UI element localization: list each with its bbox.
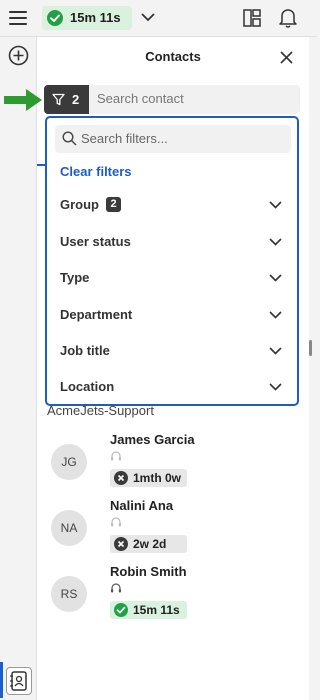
chevron-down-icon (269, 274, 282, 282)
filter-count: 2 (72, 92, 80, 107)
contact-search-box[interactable] (89, 85, 300, 114)
filter-label: Job title (60, 343, 110, 358)
filter-user-status[interactable]: User status (47, 224, 297, 260)
chevron-down-icon (269, 383, 282, 391)
panel-resize-handle[interactable] (309, 340, 312, 356)
avatar: JG (51, 444, 87, 480)
away-icon (114, 537, 128, 551)
chevron-down-icon (269, 238, 282, 246)
contact-name: Robin Smith (110, 564, 187, 579)
filter-search-input[interactable] (81, 131, 281, 146)
headset-icon (111, 583, 121, 593)
filter-job-title[interactable]: Job title (47, 333, 297, 369)
filter-search-box[interactable] (55, 125, 291, 153)
filter-group[interactable]: Group 2 (47, 187, 297, 223)
contact-search-input[interactable] (97, 91, 292, 106)
filter-label: User status (60, 234, 131, 249)
filter-count-badge: 2 (106, 197, 121, 212)
top-bar: 15m 11s (0, 0, 317, 37)
filter-department[interactable]: Department (47, 297, 297, 333)
filter-label: Group (60, 197, 99, 212)
layout-icon[interactable] (243, 9, 261, 27)
tab-underline (37, 120, 45, 166)
add-icon[interactable] (8, 45, 29, 66)
status-duration: 2w 2d (133, 537, 167, 551)
contact-name: James Garcia (110, 432, 195, 447)
filter-type[interactable]: Type (47, 260, 297, 296)
filter-dropdown: Clear filters Group 2 User status Type D… (45, 116, 299, 406)
left-rail (0, 37, 37, 700)
headset-icon (111, 451, 121, 461)
status-badge: 1mth 0w (110, 469, 187, 487)
status-pill[interactable]: 15m 11s (42, 6, 132, 30)
filter-label: Type (60, 270, 90, 285)
green-arrow-icon (4, 89, 42, 111)
contact-row[interactable]: RS Robin Smith 15m 11s (37, 564, 309, 630)
status-timer: 15m 11s (70, 10, 121, 25)
avatar: RS (51, 576, 87, 612)
status-badge: 15m 11s (110, 601, 187, 619)
bell-icon[interactable] (279, 8, 297, 28)
away-icon (114, 471, 128, 485)
avatar: NA (51, 510, 87, 546)
status-badge: 2w 2d (110, 535, 187, 553)
filter-funnel-icon (52, 93, 65, 106)
close-icon[interactable] (280, 51, 293, 64)
available-check-icon (47, 10, 63, 26)
available-check-icon (114, 603, 128, 617)
panel-title: Contacts (145, 49, 201, 64)
filter-label: Department (60, 307, 133, 322)
active-rail-indicator (0, 662, 3, 698)
chevron-down-icon (269, 201, 282, 209)
filter-location[interactable]: Location (47, 369, 297, 405)
status-duration: 1mth 0w (133, 471, 182, 485)
filter-label: Location (60, 379, 115, 394)
chevron-down-icon (269, 347, 282, 355)
chevron-down-icon[interactable] (141, 12, 155, 22)
filter-button[interactable]: 2 (44, 85, 89, 114)
contacts-book-icon[interactable] (6, 667, 32, 695)
contact-name: Nalini Ana (110, 498, 174, 513)
status-duration: 15m 11s (133, 603, 180, 617)
headset-icon (111, 517, 121, 527)
search-icon (62, 131, 77, 146)
menu-icon[interactable] (9, 11, 27, 25)
contact-row[interactable]: JG James Garcia 1mth 0w (37, 432, 309, 498)
chevron-down-icon (269, 311, 282, 319)
clear-filters-link[interactable]: Clear filters (60, 164, 132, 179)
contact-row[interactable]: NA Nalini Ana 2w 2d (37, 498, 309, 564)
